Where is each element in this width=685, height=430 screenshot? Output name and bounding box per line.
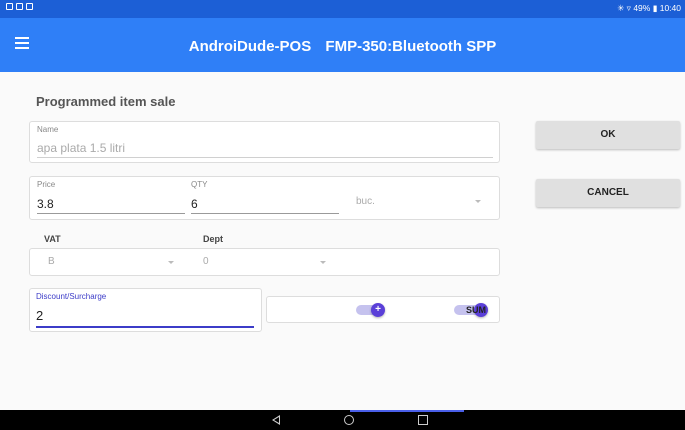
ok-button[interactable]: OK (536, 121, 680, 149)
status-clock: ✳ ▿ 49% ▮ 10:40 (617, 3, 681, 13)
dept-label: Dept (203, 234, 223, 244)
name-underline (37, 157, 493, 158)
nav-accent-line (350, 410, 464, 412)
name-field[interactable]: apa plata 1.5 litri (37, 141, 125, 155)
app-bar: AndroiDude-POS FMP-350:Bluetooth SPP (0, 18, 685, 72)
toggle-card: + SUM (266, 296, 500, 323)
back-icon[interactable] (272, 415, 280, 425)
device-name: FMP-350:Bluetooth SPP (325, 38, 497, 55)
name-label: Name (37, 125, 59, 134)
notification-icon (6, 3, 13, 10)
price-label: Price (37, 180, 56, 189)
notification-icon (16, 3, 23, 10)
vat-dept-card: B 0 (29, 248, 500, 276)
recent-apps-icon[interactable] (418, 415, 428, 425)
dept-chevron-down-icon[interactable] (320, 261, 326, 264)
status-bar: ✳ ▿ 49% ▮ 10:40 (0, 0, 685, 18)
sign-toggle[interactable]: + (371, 303, 385, 317)
price-qty-card: Price 3.8 QTY 6 buc. (29, 176, 500, 220)
qty-field[interactable]: 6 (191, 197, 198, 211)
qty-underline (191, 213, 339, 214)
notification-icon (26, 3, 33, 10)
app-name: AndroiDude-POS (188, 38, 312, 55)
sum-toggle-label: SUM (466, 305, 486, 315)
cancel-button[interactable]: CANCEL (536, 179, 680, 207)
discount-label: Discount/Surcharge (36, 292, 107, 301)
price-underline (37, 213, 185, 214)
discount-underline (36, 326, 254, 328)
dept-select[interactable]: 0 (203, 256, 209, 267)
vat-label: VAT (44, 234, 61, 244)
vat-select[interactable]: B (48, 256, 55, 267)
qty-label: QTY (191, 180, 208, 189)
navigation-bar (0, 410, 685, 430)
unit-select[interactable]: buc. (356, 196, 375, 207)
name-field-card: Name apa plata 1.5 litri (29, 121, 500, 163)
vat-chevron-down-icon[interactable] (168, 261, 174, 264)
page-title: Programmed item sale (36, 94, 176, 109)
unit-chevron-down-icon[interactable] (475, 200, 481, 203)
discount-field[interactable]: 2 (36, 308, 43, 323)
main-content: Programmed item sale Name apa plata 1.5 … (0, 72, 685, 410)
app-title: AndroiDude-POS FMP-350:Bluetooth SPP (0, 38, 685, 55)
discount-card: Discount/Surcharge 2 (29, 288, 262, 332)
price-field[interactable]: 3.8 (37, 197, 54, 211)
home-icon[interactable] (344, 415, 354, 425)
notification-icons (6, 3, 33, 10)
